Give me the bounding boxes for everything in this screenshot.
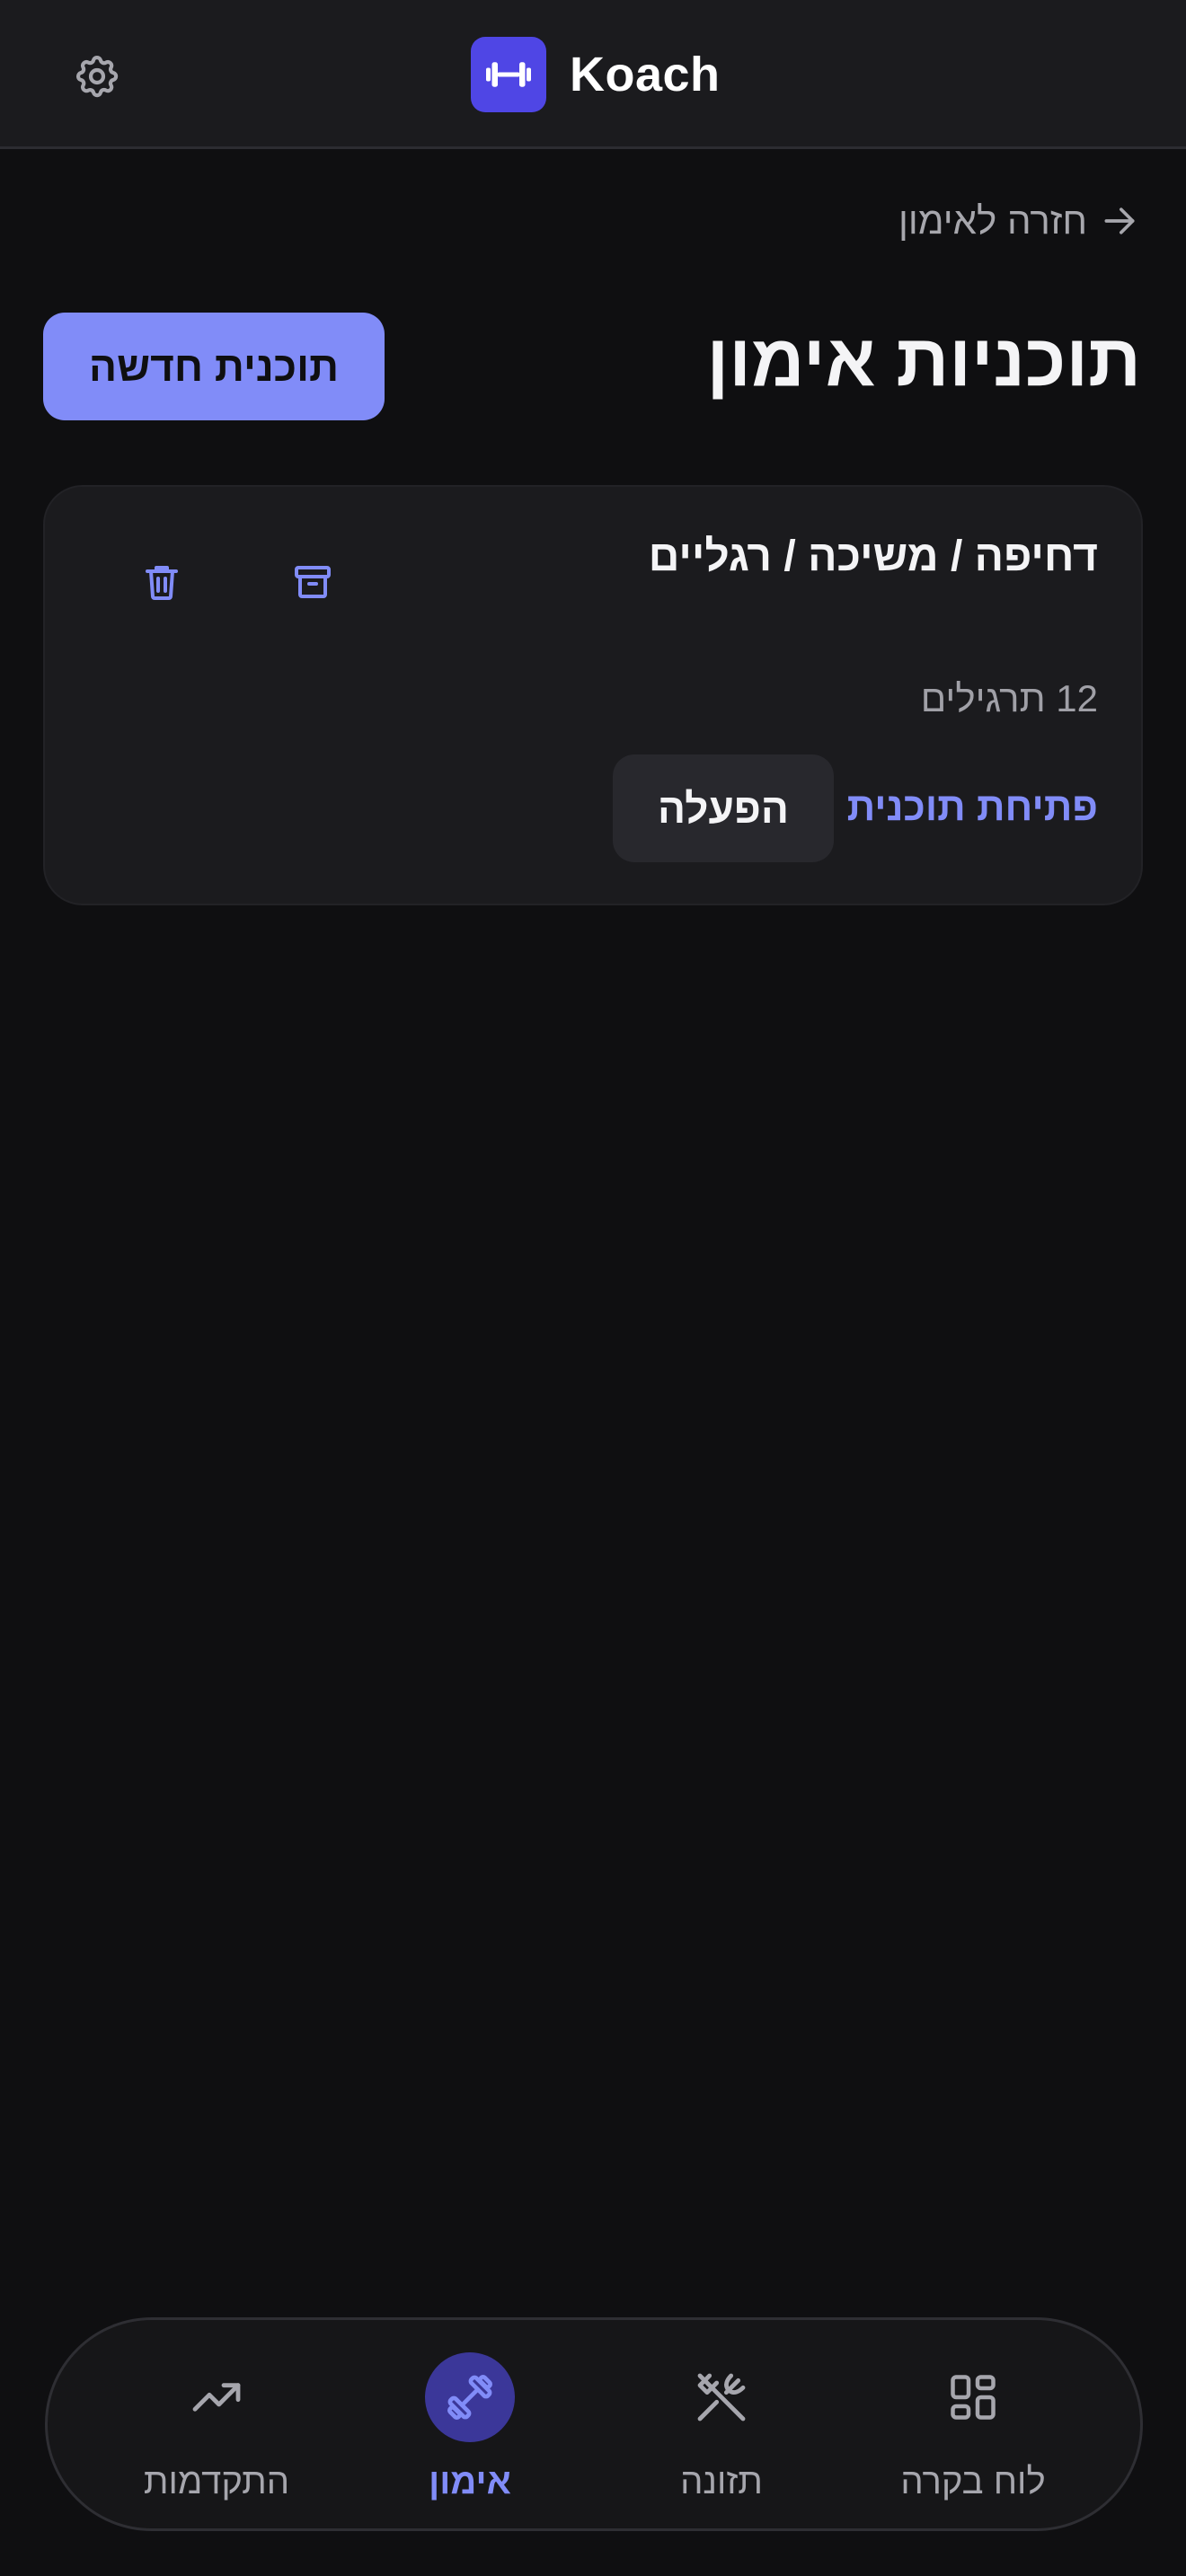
plan-exercise-count: 12 תרגילים xyxy=(920,677,1098,719)
nav-icon-wrap-active xyxy=(425,2352,515,2442)
plan-name: דחיפה / משיכה / רגליים xyxy=(648,533,1098,580)
nav-item-nutrition[interactable]: תזונה xyxy=(632,2320,811,2534)
back-to-workout-link[interactable]: חזרה לאימון xyxy=(898,196,1139,246)
open-plan-link[interactable]: פתיחת תוכנית xyxy=(847,785,1098,830)
nav-item-workout[interactable]: אימון xyxy=(380,2320,560,2534)
archive-icon xyxy=(295,566,331,598)
plan-card: דחיפה / משיכה / רגליים 12 תרגילים פתיחת … xyxy=(43,485,1143,905)
brand-name: Koach xyxy=(570,48,721,101)
settings-button[interactable] xyxy=(63,42,131,110)
nav-icon-wrap xyxy=(677,2352,766,2442)
nav-label-workout: אימון xyxy=(429,2462,511,2501)
dashboard-grid-icon xyxy=(951,2375,996,2420)
nav-label-progress: התקדמות xyxy=(143,2462,290,2501)
brand[interactable]: Koach xyxy=(471,36,721,113)
page-title: תוכניות אימון xyxy=(706,320,1141,401)
brand-logo xyxy=(471,37,546,112)
delete-plan-button[interactable] xyxy=(128,548,196,616)
top-header: Koach xyxy=(0,0,1186,149)
app-root: Koach חזרה לאימון תוכניות אימון תוכנית ח… xyxy=(0,0,1186,2576)
archive-plan-button[interactable] xyxy=(279,548,347,616)
nav-icon-wrap xyxy=(172,2352,261,2442)
nav-item-progress[interactable]: התקדמות xyxy=(127,2320,306,2534)
utensils-icon xyxy=(697,2373,746,2422)
bottom-nav: לוח בקרה תזונה אימון התקדמות xyxy=(45,2317,1143,2531)
new-plan-button[interactable]: תוכנית חדשה xyxy=(43,313,385,420)
dumbbell-icon xyxy=(486,62,531,87)
nav-label-nutrition: תזונה xyxy=(680,2462,763,2501)
trending-up-icon xyxy=(192,2383,241,2412)
nav-label-dashboard: לוח בקרה xyxy=(900,2462,1046,2501)
nav-item-dashboard[interactable]: לוח בקרה xyxy=(883,2320,1063,2534)
activate-plan-button[interactable]: הפעלה xyxy=(613,754,834,862)
arrow-right-icon xyxy=(1104,207,1135,234)
trash-icon xyxy=(146,566,178,600)
gear-icon xyxy=(75,55,119,98)
back-link-label: חזרה לאימון xyxy=(898,199,1087,242)
dumbbell-icon xyxy=(447,2374,493,2421)
nav-icon-wrap xyxy=(928,2352,1018,2442)
